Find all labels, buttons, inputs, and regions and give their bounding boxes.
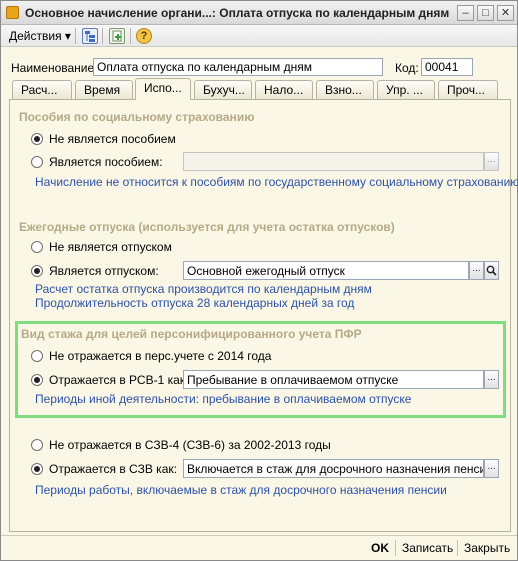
vacation-section-title: Ежегодные отпуска (используется для учет…: [19, 220, 395, 234]
radio-pfr-not-label: Не отражается в перс.учете с 2014 года: [49, 349, 272, 363]
app-icon: [6, 6, 19, 19]
radio-is-vacation-label: Является отпуском:: [49, 264, 159, 278]
benefit-select-button[interactable]: ...: [484, 152, 499, 171]
vacation-select-button[interactable]: ...: [469, 261, 484, 280]
radio-is-vacation[interactable]: [31, 265, 43, 277]
radio-szv-is-label: Отражается в СЗВ как:: [49, 462, 177, 476]
social-section-title: Пособия по социальному страхованию: [19, 110, 255, 124]
toolbar-separator: [75, 28, 76, 44]
vacation-note-2: Продолжительность отпуска 28 календарных…: [35, 296, 355, 310]
tab-accounting[interactable]: Бухуч...: [194, 80, 252, 99]
benefit-type-field[interactable]: [183, 152, 484, 171]
tab-calculation[interactable]: Расч...: [12, 80, 72, 99]
actions-label: Действия: [9, 29, 62, 43]
radio-pfr-not[interactable]: [31, 350, 43, 362]
title-bar: Основное начисление органи...: Оплата от…: [1, 1, 517, 25]
code-input[interactable]: 00041: [421, 58, 473, 76]
copy-document-icon[interactable]: [109, 28, 125, 44]
radio-not-benefit[interactable]: [31, 133, 43, 145]
close-button[interactable]: Закрыть: [464, 541, 510, 555]
pfr-section-title: Вид стажа для целей персонифицированного…: [21, 327, 362, 341]
radio-not-benefit-label: Не является пособием: [49, 132, 176, 146]
radio-is-benefit-label: Является пособием:: [49, 155, 163, 169]
ok-button[interactable]: OK: [371, 541, 389, 555]
save-button[interactable]: Записать: [402, 541, 453, 555]
tab-taxes[interactable]: Нало...: [255, 80, 313, 99]
structure-icon[interactable]: [82, 28, 98, 44]
radio-pfr-is[interactable]: [31, 374, 43, 386]
window-title: Основное начисление органи...: Оплата от…: [25, 6, 450, 20]
code-label: Код:: [395, 61, 419, 75]
close-window-button[interactable]: ✕: [497, 5, 514, 21]
search-icon[interactable]: [484, 261, 499, 280]
help-icon[interactable]: ?: [136, 28, 152, 44]
tab-other[interactable]: Проч...: [438, 80, 498, 99]
pfr-type-field[interactable]: Пребывание в оплачиваемом отпуске: [183, 370, 484, 389]
radio-not-vacation[interactable]: [31, 241, 43, 253]
tab-time[interactable]: Время: [75, 80, 133, 99]
minimize-button[interactable]: –: [457, 5, 474, 21]
footer-separator: [457, 540, 458, 556]
chevron-down-icon: ▾: [64, 29, 71, 43]
footer-bar: OK Записать Закрыть: [1, 535, 517, 560]
maximize-button[interactable]: □: [477, 5, 494, 21]
social-note: Начисление не относится к пособиям по го…: [35, 175, 518, 189]
radio-szv-not-label: Не отражается в СЗВ-4 (СЗВ-6) за 2002-20…: [49, 438, 331, 452]
footer-separator: [395, 540, 396, 556]
name-label: Наименование:: [11, 61, 98, 75]
szv-note: Периоды работы, включаемые в стаж для до…: [35, 483, 447, 497]
copy-glyph: [112, 30, 122, 42]
toolbar: Действия ▾ ?: [1, 25, 517, 47]
tab-management[interactable]: Упр. ...: [377, 80, 435, 99]
radio-not-vacation-label: Не является отпуском: [49, 240, 172, 254]
name-input[interactable]: Оплата отпуска по календарным дням: [93, 58, 383, 76]
radio-is-benefit[interactable]: [31, 156, 43, 168]
tab-usage[interactable]: Испо...: [135, 78, 191, 100]
szv-type-field[interactable]: Включается в стаж для досрочного назначе…: [183, 459, 484, 478]
toolbar-separator: [102, 28, 103, 44]
search-glyph: [486, 265, 497, 276]
tab-contributions[interactable]: Взно...: [316, 80, 374, 99]
szv-select-button[interactable]: ...: [484, 459, 499, 478]
radio-szv-not[interactable]: [31, 439, 43, 451]
vacation-type-field[interactable]: Основной ежегодный отпуск: [183, 261, 469, 280]
structure-glyph: [85, 31, 95, 42]
actions-menu-button[interactable]: Действия ▾: [9, 29, 71, 43]
radio-pfr-is-label: Отражается в РСВ-1 как:: [49, 373, 189, 387]
pfr-note: Периоды иной деятельности: пребывание в …: [35, 392, 412, 406]
pfr-select-button[interactable]: ...: [484, 370, 499, 389]
toolbar-separator: [130, 28, 131, 44]
form-window: Основное начисление органи...: Оплата от…: [0, 0, 518, 561]
vacation-note-1: Расчет остатка отпуска производится по к…: [35, 282, 372, 296]
radio-szv-is[interactable]: [31, 463, 43, 475]
